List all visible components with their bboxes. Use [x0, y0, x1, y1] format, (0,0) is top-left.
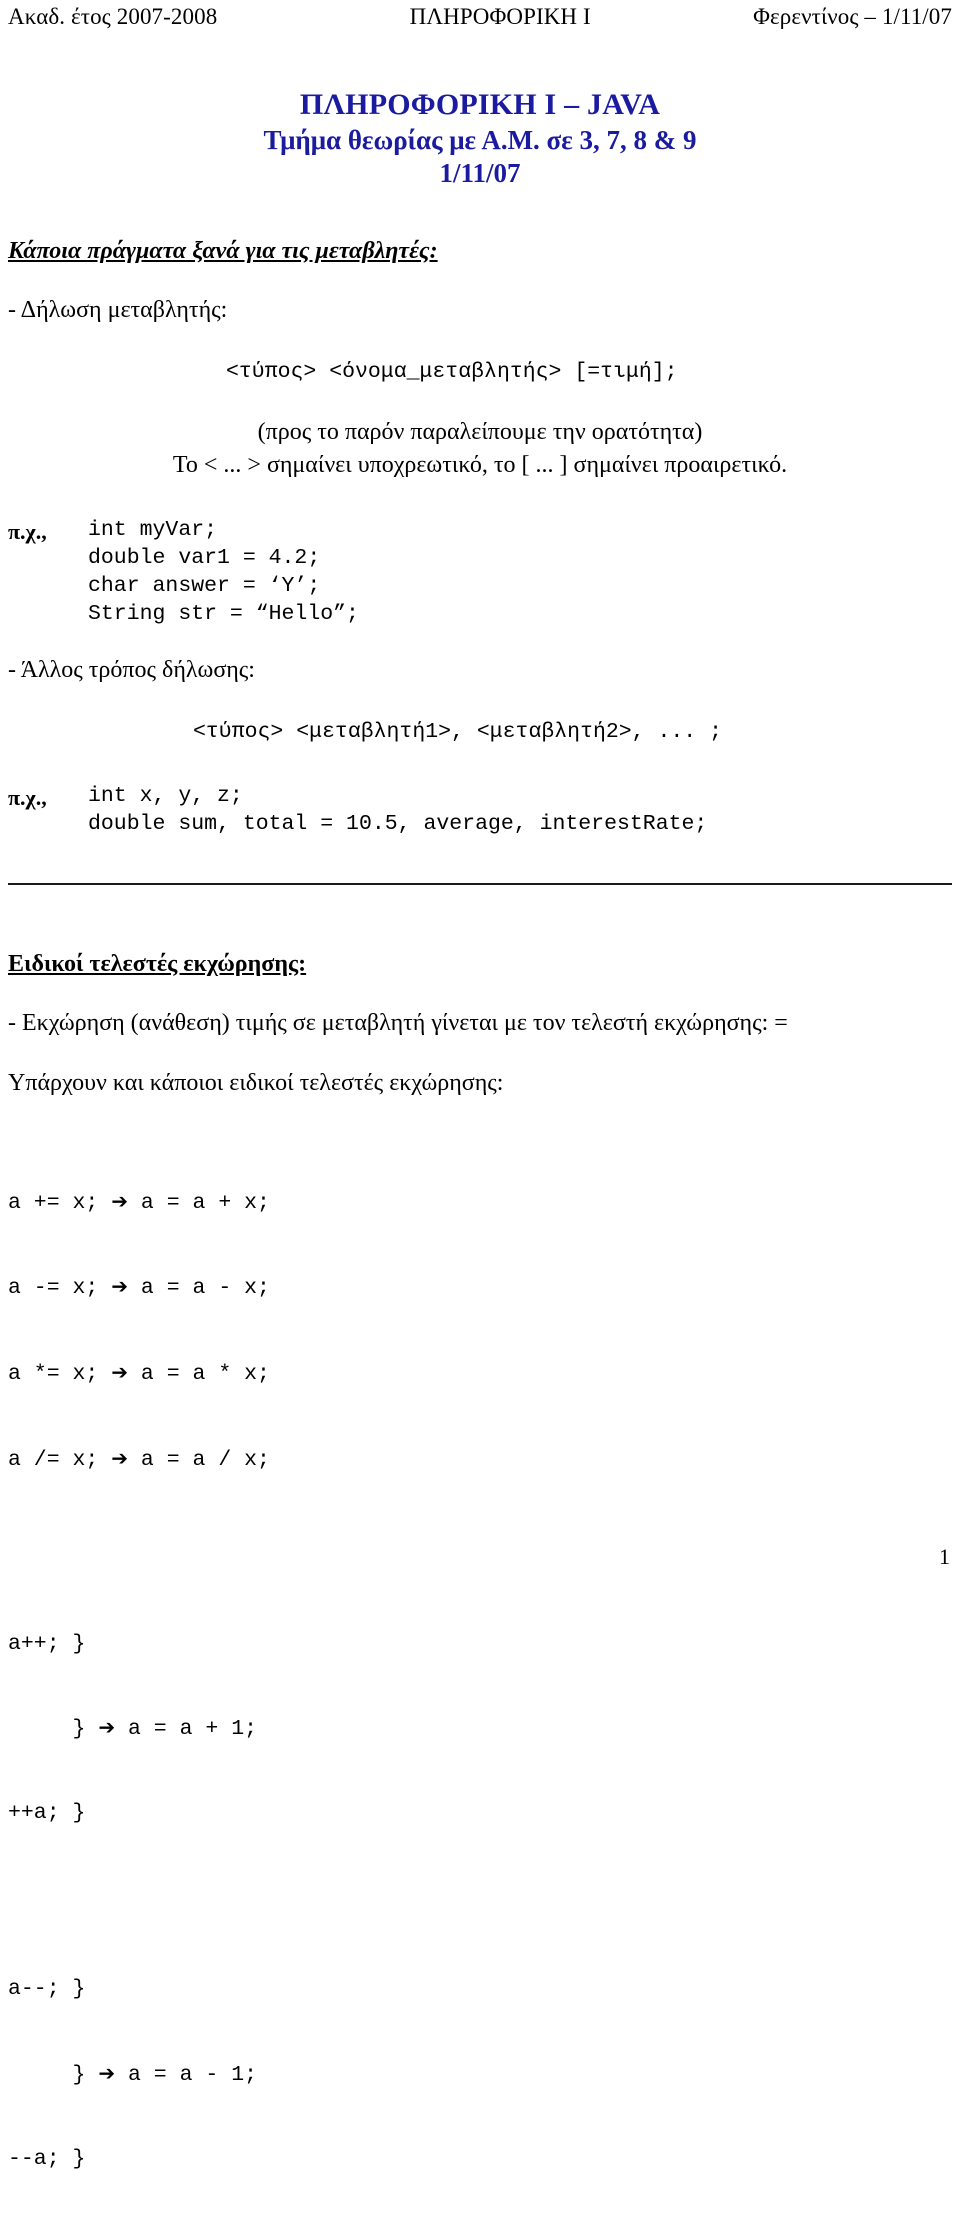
section-operators: Ειδικοί τελεστές εκχώρησης: - Εκχώρηση (…	[8, 951, 952, 2229]
variables-declaration-bullet: - Δήλωση μεταβλητής:	[8, 296, 228, 323]
arrow-icon: ➔	[111, 1274, 128, 1299]
variables-declaration-syntax: <τύπος> <όνομα_μεταβλητής> [=τιμή];	[226, 359, 678, 384]
title-date: 1/11/07	[439, 157, 521, 188]
compound-op-right-1: a = a - x;	[140, 1276, 270, 1301]
compound-op-right-3: a = a / x;	[140, 1447, 270, 1472]
arrow-icon: ➔	[111, 1445, 128, 1470]
decrement-line-2: } ➔ a = a - 1;	[8, 2060, 952, 2090]
increment-result: a = a + 1;	[115, 1717, 258, 1742]
variables-multi-syntax: <τύπος> <μεταβλητή1>, <μεταβλητή2>, ... …	[193, 719, 722, 744]
variables-example-2: π.χ., int x, y, z; double sum, total = 1…	[8, 783, 952, 839]
document-title-block: ΠΛΗΡΟΦΟΡΙΚΗ Ι – JAVA Τμήμα θεωρίας με Α.…	[8, 87, 952, 189]
header-author-date: Φερεντίνος – 1/11/07	[753, 4, 952, 29]
operators-section-heading: Ειδικοί τελεστές εκχώρησης:	[8, 950, 307, 977]
compound-op-left-1: a -= x;	[8, 1276, 99, 1301]
section-divider	[8, 882, 952, 885]
compound-op-right-0: a = a + x;	[140, 1190, 270, 1215]
decrement-line-1: a--; }	[8, 1976, 86, 2001]
arrow-icon: ➔	[98, 1715, 116, 1740]
variables-visibility-note: (προς το παρόν παραλείπουμε την ορατότητ…	[257, 418, 703, 445]
operators-assignment-bullet: - Εκχώρηση (ανάθεση) τιμής σε μεταβλητή …	[8, 1009, 788, 1036]
decrement-brace: }	[8, 2062, 99, 2087]
arrow-icon: ➔	[111, 1188, 128, 1213]
arrow-icon: ➔	[111, 1360, 128, 1385]
example-label-1: π.χ.,	[8, 519, 47, 545]
increment-line-2: } ➔ a = a + 1;	[8, 1714, 952, 1744]
compound-operator-row: a += x; ➔ a = a + x;	[8, 1188, 952, 1218]
increment-operators-block: a++; } } ➔ a = a + 1; ++a; }	[8, 1575, 952, 1884]
arrow-icon: ➔	[98, 2060, 116, 2085]
compound-op-left-2: a *= x;	[8, 1362, 99, 1387]
running-header: Ακαδ. έτος 2007-2008 ΠΛΗΡΟΦΟΡΙΚΗ Ι Φερεν…	[8, 0, 952, 29]
compound-op-right-2: a = a * x;	[140, 1362, 270, 1387]
compound-operator-row: a /= x; ➔ a = a / x;	[8, 1445, 952, 1475]
variables-example-1: π.χ., int myVar; double var1 = 4.2; char…	[8, 517, 952, 629]
header-course-title: ΠΛΗΡΟΦΟΡΙΚΗ Ι	[409, 4, 591, 29]
decrement-operators-block: a--; } } ➔ a = a - 1; --a; }	[8, 1920, 952, 2229]
section-variables: Κάποια πράγματα ξανά για τις μεταβλητές:…	[8, 238, 952, 839]
operators-special-intro: Υπάρχουν και κάποιοι ειδικοί τελεστές εκ…	[8, 1069, 504, 1096]
variables-brackets-note: Το < ... > σημαίνει υποχρεωτικό, το [ ..…	[172, 451, 788, 478]
decrement-line-3: --a; }	[8, 2146, 86, 2171]
title-main: ΠΛΗΡΟΦΟΡΙΚΗ Ι – JAVA	[299, 88, 661, 122]
increment-line-1: a++; }	[8, 1631, 86, 1656]
decrement-result: a = a - 1;	[115, 2062, 258, 2087]
example-label-2: π.χ.,	[8, 784, 47, 810]
variables-section-heading: Κάποια πράγματα ξανά για τις μεταβλητές:	[8, 237, 438, 264]
compound-op-left-3: a /= x;	[8, 1447, 99, 1472]
compound-op-left-0: a += x;	[8, 1190, 99, 1215]
example-code-1: int myVar; double var1 = 4.2; char answe…	[88, 518, 359, 626]
increment-brace: }	[8, 1717, 99, 1742]
document-page: Ακαδ. έτος 2007-2008 ΠΛΗΡΟΦΟΡΙΚΗ Ι Φερεν…	[0, 0, 960, 2171]
increment-line-3: ++a; }	[8, 1801, 86, 1826]
compound-operator-row: a *= x; ➔ a = a * x;	[8, 1359, 952, 1389]
page-number: 1	[939, 1544, 950, 1569]
example-code-2: int x, y, z; double sum, total = 10.5, a…	[88, 783, 708, 836]
compound-operator-row: a -= x; ➔ a = a - x;	[8, 1273, 952, 1303]
compound-operators-list: a += x; ➔ a = a + x; a -= x; ➔ a = a - x…	[8, 1132, 952, 1531]
title-subtitle: Τμήμα θεωρίας με Α.Μ. σε 3, 7, 8 & 9	[263, 124, 697, 155]
variables-other-way-bullet: - Άλλος τρόπος δήλωσης:	[8, 656, 255, 683]
header-course-year: Ακαδ. έτος 2007-2008	[8, 4, 218, 29]
